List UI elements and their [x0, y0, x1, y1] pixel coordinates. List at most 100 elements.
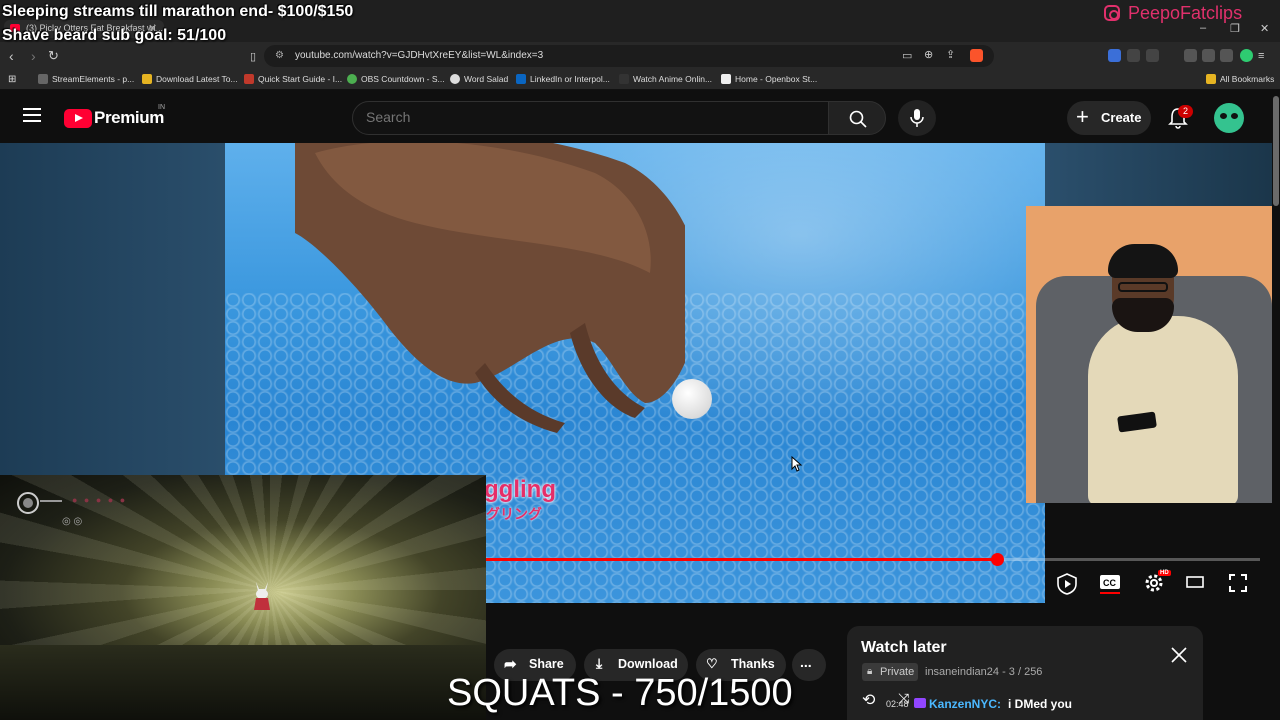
squats-counter: SQUATS - 750/1500	[447, 672, 793, 714]
thanks-icon: ♡	[706, 656, 718, 671]
soul-vessel-icon	[17, 492, 62, 514]
lock-icon: 🔒︎	[867, 666, 873, 677]
knight-character	[254, 582, 270, 610]
scrollbar-thumb[interactable]	[1273, 96, 1279, 206]
download-icon: ⤓	[596, 655, 603, 671]
bookmark-item[interactable]: Watch Anime Onlin...	[633, 74, 712, 84]
ball	[672, 379, 712, 419]
otter-image	[295, 143, 685, 433]
loop-icon[interactable]: ⟲	[862, 690, 875, 710]
folder-icon	[1206, 74, 1216, 84]
bookmark-item[interactable]: Quick Start Guide - I...	[258, 74, 342, 84]
all-bookmarks[interactable]: All Bookmarks	[1220, 74, 1274, 84]
bookmark-favicon-icon	[142, 74, 152, 84]
bookmark-item[interactable]: Word Salad	[464, 74, 508, 84]
account-avatar[interactable]	[1214, 103, 1244, 133]
forward-icon[interactable]: ›	[31, 48, 36, 64]
playlist-meta: insaneindian24 - 3 / 256	[925, 666, 1043, 678]
microphone-icon	[910, 109, 924, 127]
vpn-icon[interactable]	[1220, 49, 1233, 62]
chat-username: KanzenNYC:	[929, 697, 1002, 711]
bookmark-item[interactable]: Home - Openbox St...	[735, 74, 817, 84]
youtube-logo-icon[interactable]	[64, 109, 92, 128]
instagram-handle: PeepoFatclips	[1128, 3, 1243, 23]
game-ground	[0, 645, 486, 720]
webcam-overlay	[1026, 206, 1280, 503]
site-info-icon[interactable]: ⚙	[275, 50, 284, 61]
notification-count-badge: 2	[1178, 105, 1193, 118]
bookmark-favicon-icon	[38, 74, 48, 84]
profile-icon[interactable]	[1240, 49, 1253, 62]
streamer-body	[1088, 316, 1238, 503]
bookmark-favicon-icon	[347, 74, 357, 84]
extension-3-icon[interactable]	[1146, 49, 1159, 62]
bookmark-item[interactable]: OBS Countdown - S...	[361, 74, 445, 84]
hamburger-menu-icon[interactable]	[23, 108, 41, 122]
ambient-glow-left	[0, 143, 225, 475]
thanks-label: Thanks	[731, 657, 775, 671]
mouse-cursor-icon	[791, 456, 803, 472]
bookmark-icon[interactable]: ▯	[250, 50, 256, 63]
back-icon[interactable]: ‹	[9, 48, 14, 64]
theater-mode-icon[interactable]	[1186, 576, 1204, 588]
zoom-icon[interactable]: ⊕	[924, 48, 933, 61]
window-close-icon[interactable]: ✕	[1260, 22, 1269, 35]
progress-bar-fill	[486, 558, 997, 561]
hd-badge: HD	[1158, 570, 1171, 576]
bookmark-favicon-icon	[721, 74, 731, 84]
brave-shield-icon[interactable]	[970, 49, 983, 62]
bookmark-item[interactable]: LinkedIn or Interpol...	[530, 74, 610, 84]
extension-1-icon[interactable]	[1108, 49, 1121, 62]
menu-icon[interactable]: ≡	[1258, 50, 1264, 62]
playlist-title[interactable]: Watch later	[861, 639, 947, 657]
progress-scrubber[interactable]	[991, 553, 1004, 566]
bookmark-item[interactable]: StreamElements - p...	[52, 74, 134, 84]
search-input[interactable]	[366, 109, 766, 125]
share-page-icon[interactable]: ⇪	[946, 48, 955, 61]
sidebar-icon[interactable]	[1202, 49, 1215, 62]
privacy-label: Private	[880, 666, 915, 678]
url-text: youtube.com/watch?v=GJDHvtXreEY&list=WL&…	[295, 50, 544, 61]
captions-icon[interactable]: CC	[1099, 574, 1121, 590]
share-icon: ➦	[504, 656, 517, 673]
download-label: Download	[618, 657, 678, 671]
cast-icon[interactable]: ▭	[902, 49, 912, 62]
bookmark-favicon-icon	[244, 74, 254, 84]
plus-icon: +	[1076, 104, 1089, 129]
ambient-glow-right	[1045, 143, 1280, 206]
close-icon[interactable]	[1170, 646, 1188, 664]
share-label: Share	[529, 657, 564, 671]
more-dots-icon: ...	[800, 654, 812, 670]
health-masks-icon: ● ● ● ● ●	[72, 495, 128, 505]
reload-icon[interactable]: ↻	[48, 48, 59, 64]
stream-goal-line-1: Sleeping streams till marathon end- $100…	[2, 3, 354, 20]
music-icon[interactable]	[1184, 49, 1197, 62]
youtube-premium-wordmark[interactable]: Premium	[94, 108, 164, 128]
create-label: Create	[1101, 110, 1142, 125]
fullscreen-icon[interactable]	[1229, 574, 1247, 592]
streamer-hair	[1108, 244, 1178, 278]
chat-timestamp: 02:48	[886, 699, 909, 709]
geo-currency-icon: ◎ ◎	[62, 516, 83, 527]
autoplay-icon[interactable]	[1055, 572, 1079, 596]
bookmark-item[interactable]: Download Latest To...	[156, 74, 238, 84]
streamer-glasses	[1118, 282, 1168, 292]
video-caption-japanese: グリング	[486, 506, 542, 522]
chat-badge-icon	[914, 698, 926, 708]
bookmark-favicon-icon	[450, 74, 460, 84]
svg-text:CC: CC	[1103, 578, 1116, 588]
video-caption: ggling	[484, 476, 556, 503]
voice-search-button[interactable]	[898, 100, 936, 136]
chat-message: i DMed you	[1008, 697, 1073, 711]
bookmark-favicon-icon	[516, 74, 526, 84]
extension-2-icon[interactable]	[1127, 49, 1140, 62]
bookmark-favicon-icon	[619, 74, 629, 84]
captions-active-indicator	[1100, 592, 1120, 594]
instagram-icon	[1104, 5, 1120, 21]
region-code: IN	[158, 104, 165, 111]
apps-grid-icon[interactable]: ⊞	[8, 74, 16, 85]
game-capture-overlay	[0, 475, 486, 720]
search-button[interactable]	[828, 101, 886, 135]
stream-goal-line-2: Shave beard sub goal: 51/100	[2, 27, 227, 44]
search-icon	[849, 110, 867, 128]
